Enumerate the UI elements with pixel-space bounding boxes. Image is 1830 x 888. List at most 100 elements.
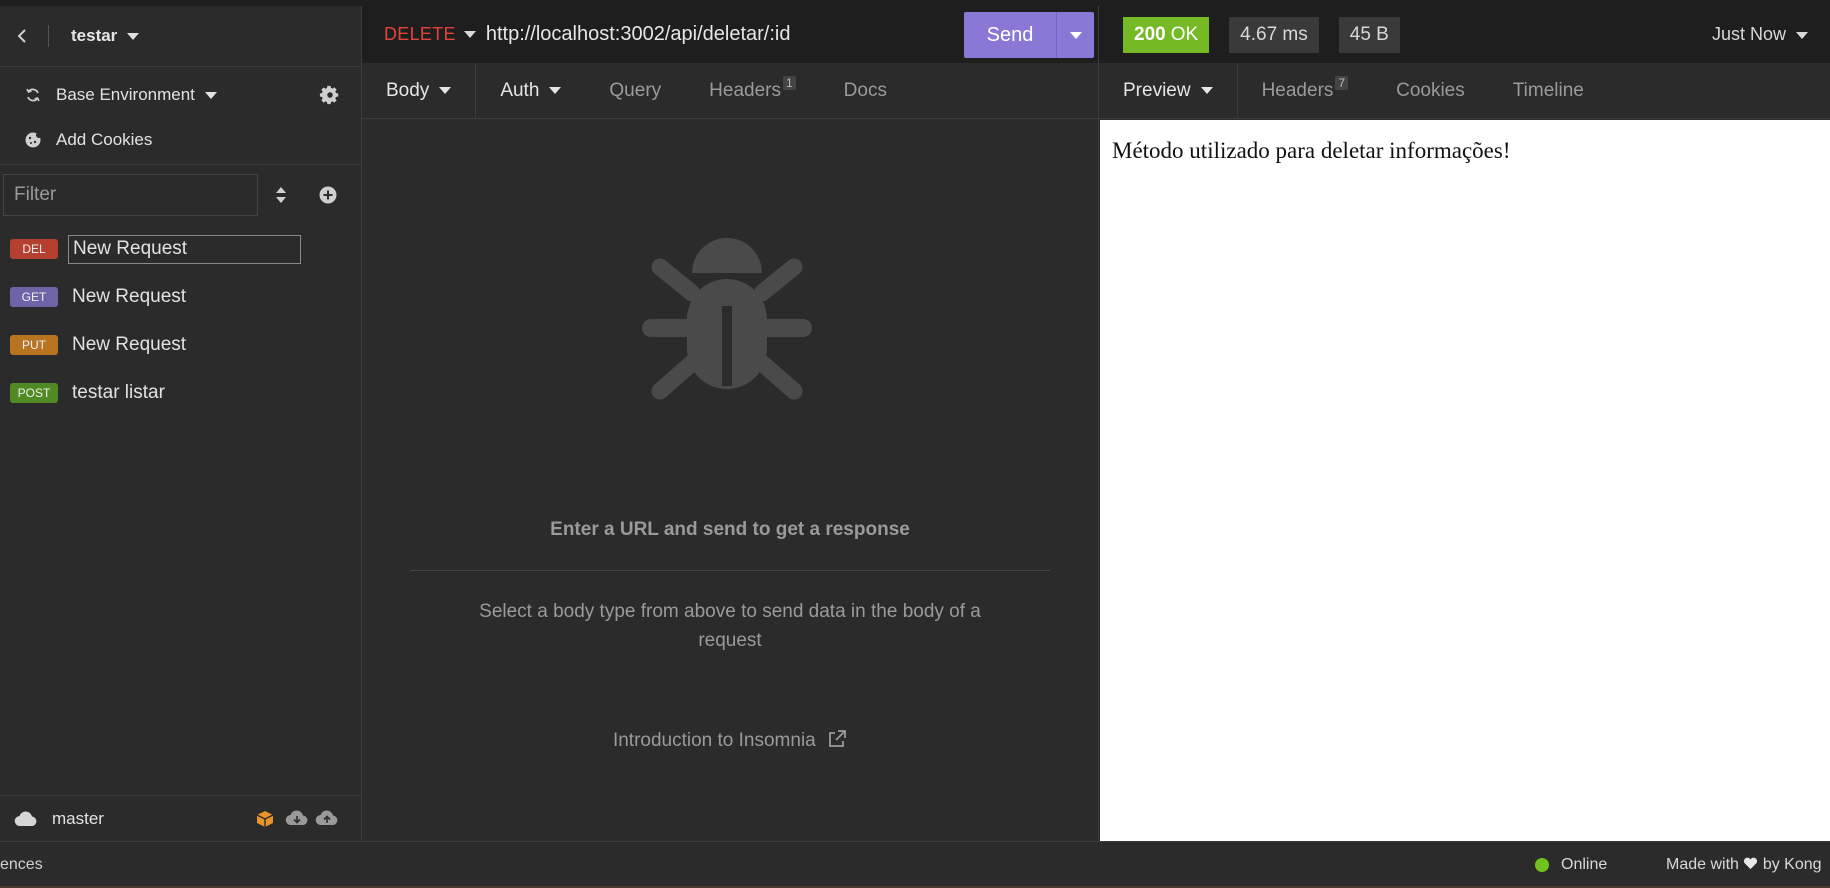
tab-query[interactable]: Query <box>585 63 685 118</box>
request-item[interactable]: DEL New Request <box>0 225 361 273</box>
response-preview: Método utilizado para deletar informaçõe… <box>1100 120 1830 841</box>
package-icon[interactable] <box>255 810 279 828</box>
chevron-left-icon <box>17 29 26 43</box>
tab-preview[interactable]: Preview <box>1099 63 1238 118</box>
tab-label: Docs <box>843 79 887 101</box>
environment-label: Base Environment <box>56 85 195 104</box>
sidebar: testar Base Environment Add Cookies Filt… <box>0 6 362 841</box>
request-name: testar listar <box>72 382 165 403</box>
response-pane: 200 OK 4.67 ms 45 B Just Now Preview Head… <box>1098 6 1830 841</box>
online-dot-icon <box>1535 858 1549 872</box>
empty-state-title: Enter a URL and send to get a response <box>550 519 910 540</box>
workspace-name: testar <box>71 26 118 45</box>
cloud-icon[interactable] <box>14 811 38 827</box>
response-body: Método utilizado para deletar informaçõe… <box>1112 138 1511 163</box>
request-item[interactable]: PUT New Request <box>0 321 361 369</box>
caret-down-icon <box>439 87 452 94</box>
request-pane: DELETE http://localhost:3002/api/deletar… <box>362 6 1098 841</box>
bug-icon <box>642 238 812 400</box>
made-with-kong[interactable]: Made with by Kong <box>1666 856 1822 874</box>
divider <box>410 570 1050 571</box>
tab-body[interactable]: Body <box>362 63 477 118</box>
preferences-link[interactable]: ences <box>0 856 43 874</box>
history-selector[interactable]: Just Now <box>1712 24 1808 45</box>
tab-cookies[interactable]: Cookies <box>1372 63 1489 118</box>
method-badge-put: PUT <box>10 335 58 355</box>
headers-count-badge: 7 <box>1335 75 1349 90</box>
request-name: New Request <box>72 286 187 307</box>
headers-count-badge: 1 <box>782 75 796 90</box>
tab-response-headers[interactable]: Headers 7 <box>1238 63 1373 118</box>
intro-link[interactable]: Introduction to Insomnia <box>362 729 1098 752</box>
add-cookies-button[interactable]: Add Cookies <box>0 117 361 165</box>
caret-down-icon <box>204 91 217 99</box>
caret-down-icon[interactable] <box>463 31 476 38</box>
app-status-bar: ences Online Made with by Kong <box>0 841 1830 888</box>
response-tabs: Preview Headers 7 Cookies Timeline <box>1099 63 1830 119</box>
caret-down-icon <box>127 33 140 41</box>
tab-timeline[interactable]: Timeline <box>1489 63 1608 118</box>
tab-label: Body <box>386 79 430 101</box>
back-button[interactable] <box>2 16 42 56</box>
made-with-prefix: Made with <box>1666 856 1739 873</box>
refresh-icon <box>24 86 42 104</box>
filter-row: Filter <box>0 165 361 225</box>
heart-icon <box>1744 857 1758 870</box>
tab-label: Headers <box>1261 79 1334 101</box>
url-input[interactable]: http://localhost:3002/api/deletar/:id <box>486 23 791 46</box>
tab-label: Auth <box>500 79 540 101</box>
status-badge: 200 OK <box>1123 16 1210 53</box>
online-status: Online <box>1535 856 1607 874</box>
online-label: Online <box>1561 856 1608 873</box>
empty-state: Enter a URL and send to get a response S… <box>362 119 1098 841</box>
request-name-input[interactable]: New Request <box>68 234 301 264</box>
status-code: 200 <box>1134 23 1166 45</box>
caret-down-icon <box>1200 87 1213 94</box>
made-with-suffix: by Kong <box>1762 856 1822 873</box>
divider <box>48 25 49 47</box>
gear-icon[interactable] <box>319 84 341 106</box>
response-size: 45 B <box>1338 16 1400 53</box>
external-link-icon <box>829 730 846 747</box>
caret-down-icon <box>1069 31 1082 39</box>
url-bar: DELETE http://localhost:3002/api/deletar… <box>362 6 1098 63</box>
status-text: OK <box>1170 23 1199 45</box>
add-cookies-label: Add Cookies <box>56 129 153 149</box>
tab-label: Headers <box>709 79 781 101</box>
caret-down-icon <box>549 87 562 94</box>
history-label: Just Now <box>1711 24 1786 44</box>
environment-selector[interactable]: Base Environment <box>0 73 361 117</box>
sort-icon[interactable] <box>272 183 290 207</box>
tab-docs[interactable]: Docs <box>820 63 911 118</box>
request-item[interactable]: POST testar listar <box>0 369 361 417</box>
send-button[interactable]: Send <box>964 12 1056 58</box>
caret-down-icon <box>1796 31 1808 39</box>
response-status-bar: 200 OK 4.67 ms 45 B Just Now <box>1099 6 1830 63</box>
tab-label: Preview <box>1123 79 1191 101</box>
filter-input[interactable]: Filter <box>3 174 258 216</box>
request-name: New Request <box>73 238 188 259</box>
branch-name[interactable]: master <box>52 809 104 829</box>
sidebar-footer: master <box>0 795 361 841</box>
method-badge-post: POST <box>10 383 58 403</box>
empty-state-description: Select a body type from above to send da… <box>479 601 981 651</box>
send-button-group: Send <box>964 12 1094 58</box>
tab-label: Timeline <box>1512 79 1584 101</box>
send-options-button[interactable] <box>1056 12 1094 58</box>
method-selector[interactable]: DELETE <box>384 24 456 45</box>
request-item[interactable]: GET New Request <box>0 273 361 321</box>
tab-label: Query <box>609 79 662 101</box>
request-name: New Request <box>72 334 187 355</box>
add-circle-icon[interactable] <box>318 185 338 205</box>
request-tabs: Body Auth Query Headers 1 Docs <box>362 63 1098 119</box>
cloud-upload-icon[interactable] <box>315 810 339 828</box>
tab-label: Cookies <box>1396 79 1465 101</box>
cloud-download-icon[interactable] <box>285 810 309 828</box>
workspace-selector[interactable]: testar <box>71 26 140 46</box>
method-badge-del: DEL <box>10 239 58 259</box>
intro-link-label: Introduction to Insomnia <box>612 730 816 751</box>
tab-headers[interactable]: Headers 1 <box>685 63 820 118</box>
cookie-icon <box>25 131 42 147</box>
tab-auth[interactable]: Auth <box>476 63 585 118</box>
sidebar-header: testar <box>0 6 361 67</box>
